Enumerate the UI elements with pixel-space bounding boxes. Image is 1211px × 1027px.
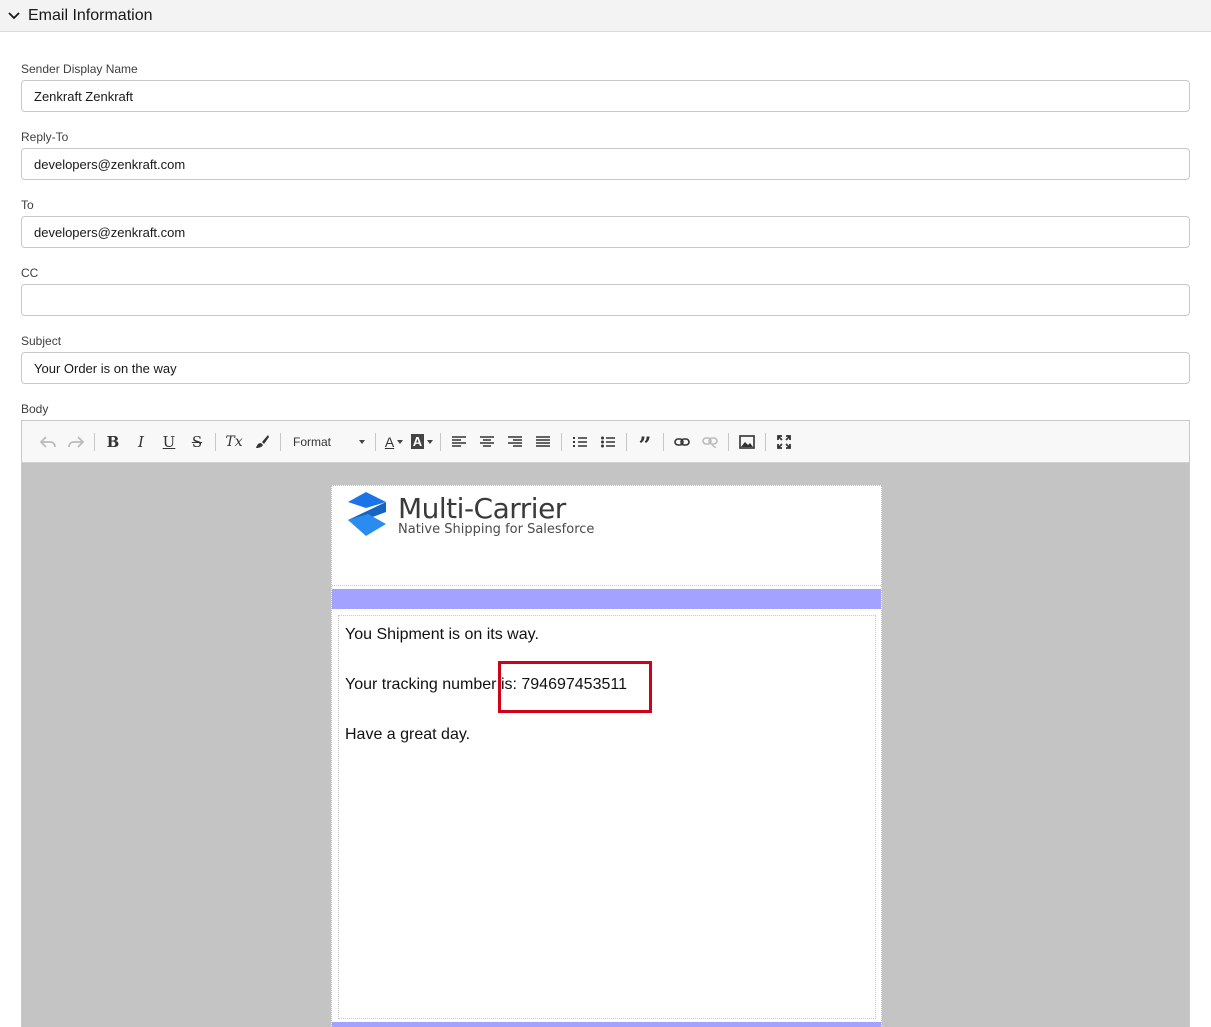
toolbar-separator: [765, 432, 766, 451]
email-line-closing: Have a great day.: [345, 726, 471, 743]
clear-format-button[interactable]: Tx: [221, 429, 247, 455]
reply-to-input[interactable]: [21, 148, 1190, 180]
toolbar-separator: [375, 432, 376, 451]
underline-button[interactable]: U: [156, 429, 182, 455]
align-left-icon[interactable]: [446, 429, 472, 455]
text-color-button[interactable]: A: [381, 429, 407, 455]
subject-input[interactable]: [21, 352, 1190, 384]
body-rich-text-editor[interactable]: B I U S Tx Format A A ” Multi-Carrier Na…: [21, 420, 1190, 1027]
multi-carrier-logo-icon: [346, 490, 388, 543]
toolbar-separator: [626, 432, 627, 451]
caret-down-icon: [359, 439, 365, 444]
toolbar-separator: [280, 432, 281, 451]
brand-tagline: Native Shipping for Salesforce: [398, 522, 595, 537]
sender-display-name-label: Sender Display Name: [21, 62, 138, 76]
image-icon[interactable]: [734, 429, 760, 455]
to-input[interactable]: [21, 216, 1190, 248]
cc-input[interactable]: [21, 284, 1190, 316]
caret-down-icon: [397, 439, 404, 444]
fullscreen-icon[interactable]: [771, 429, 797, 455]
undo-icon[interactable]: [35, 429, 61, 455]
sender-display-name-input[interactable]: [21, 80, 1190, 112]
editor-toolbar: B I U S Tx Format A A ”: [22, 421, 1189, 463]
italic-button[interactable]: I: [128, 429, 154, 455]
bulleted-list-icon[interactable]: [595, 429, 621, 455]
toolbar-separator: [94, 432, 95, 451]
bold-button[interactable]: B: [100, 429, 126, 455]
brand-name: Multi-Carrier: [398, 492, 566, 525]
accent-band-top: [332, 589, 881, 609]
toolbar-separator: [215, 432, 216, 451]
section-header-email-information[interactable]: Email Information: [0, 0, 1211, 32]
format-dropdown-label: Format: [293, 434, 332, 449]
toolbar-separator: [561, 432, 562, 451]
caret-down-icon: [427, 439, 434, 444]
align-right-icon[interactable]: [502, 429, 528, 455]
paint-brush-icon[interactable]: [249, 429, 275, 455]
email-preview-document[interactable]: Multi-Carrier Native Shipping for Salesf…: [331, 485, 882, 1027]
align-justify-icon[interactable]: [530, 429, 556, 455]
text-color-label: A: [384, 433, 395, 450]
accent-band-bottom: [332, 1022, 881, 1027]
toolbar-separator: [728, 432, 729, 451]
background-color-label: A: [410, 434, 425, 449]
align-center-icon[interactable]: [474, 429, 500, 455]
numbered-list-icon[interactable]: [567, 429, 593, 455]
strikethrough-button[interactable]: S: [184, 429, 210, 455]
toolbar-separator: [440, 432, 441, 451]
to-label: To: [21, 198, 34, 212]
email-header: Multi-Carrier Native Shipping for Salesf…: [332, 486, 881, 586]
tracking-number-highlight: [498, 661, 652, 713]
background-color-button[interactable]: A: [409, 429, 435, 455]
cc-label: CC: [21, 266, 39, 280]
blockquote-button[interactable]: ”: [632, 429, 658, 459]
unlink-icon[interactable]: [697, 429, 723, 455]
section-title: Email Information: [28, 6, 153, 24]
link-icon[interactable]: [669, 429, 695, 455]
format-dropdown[interactable]: Format: [285, 430, 371, 454]
reply-to-label: Reply-To: [21, 130, 69, 144]
body-label: Body: [21, 402, 49, 416]
toolbar-separator: [663, 432, 664, 451]
subject-label: Subject: [21, 334, 62, 348]
chevron-down-icon[interactable]: [6, 8, 22, 24]
redo-icon[interactable]: [63, 429, 89, 455]
